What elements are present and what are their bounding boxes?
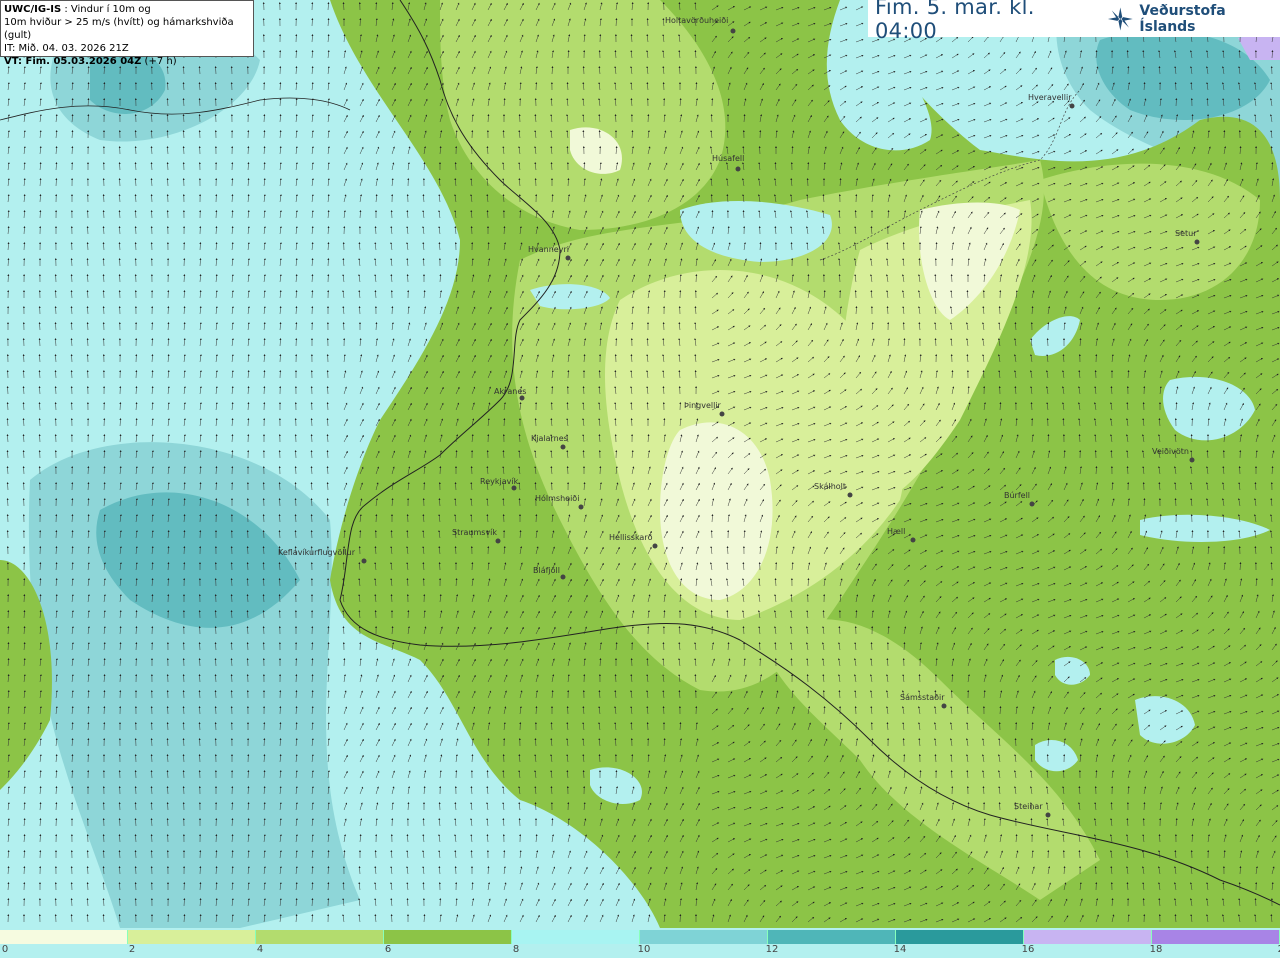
place-label: Reykjavík bbox=[480, 477, 519, 486]
place-label: Þingvellir bbox=[684, 401, 722, 410]
place-dot bbox=[511, 485, 517, 491]
time-box: Fim. 5. mar. kl. 04:00 Veðurstofa Ísland… bbox=[868, 0, 1280, 43]
legend-tick-label: 4 bbox=[256, 944, 264, 955]
place-dot bbox=[560, 574, 566, 580]
place-label: Hveravellir bbox=[1028, 93, 1072, 102]
place-dot bbox=[560, 444, 566, 450]
place-label: Hæll bbox=[887, 527, 905, 536]
wind-map: Holtavörðuheiði Hveravellir Húsafell Hvanne… bbox=[0, 0, 1280, 928]
wind-field-map: Holtavörðuheiði Hveravellir Húsafell Hvanne… bbox=[0, 0, 1280, 928]
legend-segment bbox=[896, 930, 1024, 944]
place-label: Skálholt bbox=[814, 482, 846, 491]
place-dot bbox=[361, 558, 367, 564]
place-dot bbox=[735, 166, 741, 172]
place-label: Veiðivötn bbox=[1152, 447, 1189, 456]
place-dot bbox=[941, 703, 947, 709]
legend-tick-label: 14 bbox=[893, 944, 907, 955]
legend-segment bbox=[1024, 930, 1152, 944]
place-label: Holtavörðuheiði bbox=[665, 16, 728, 25]
land-wind-zone bbox=[660, 422, 773, 600]
forecast-info-box: UWC/IG-IS : Vindur í 10m og 10m hviður >… bbox=[0, 0, 254, 67]
legend-tick-label: 8 bbox=[512, 944, 520, 955]
place-label: Hvanneyri bbox=[528, 245, 569, 254]
place-label: Steinar bbox=[1014, 802, 1043, 811]
place-dot bbox=[730, 28, 736, 34]
legend-segment bbox=[128, 930, 256, 944]
place-dot bbox=[578, 504, 584, 510]
place-label: Kjalarnes bbox=[531, 434, 568, 443]
legend-segment bbox=[1152, 930, 1280, 944]
place-dot bbox=[1194, 239, 1200, 245]
legend-segment bbox=[768, 930, 896, 944]
legend-tick-label: 12 bbox=[765, 944, 779, 955]
lead-time: (+7 h) bbox=[141, 56, 177, 67]
place-dot bbox=[495, 538, 501, 544]
wind-speed-legend: 02468101214161820 bbox=[0, 928, 1280, 958]
place-dot bbox=[1045, 812, 1051, 818]
legend-segment bbox=[256, 930, 384, 944]
place-dot bbox=[847, 492, 853, 498]
legend-segment bbox=[0, 930, 128, 944]
init-time: IT: Mið. 04. 03. 2026 21Z bbox=[4, 43, 129, 54]
place-label: Bláfjöll bbox=[533, 566, 560, 575]
logo-text: Veðurstofa Íslands bbox=[1139, 2, 1226, 35]
place-label: Hellisskarð bbox=[609, 533, 653, 542]
legend-segment bbox=[640, 930, 768, 944]
legend-color-bar bbox=[0, 930, 1280, 944]
place-dot bbox=[519, 395, 525, 401]
place-dot bbox=[565, 255, 571, 261]
legend-tick-label: 16 bbox=[1021, 944, 1035, 955]
description-line2: 10m hviður > 25 m/s (hvítt) og hámarkshv… bbox=[4, 17, 234, 41]
legend-tick-label: 0 bbox=[1, 944, 9, 955]
model-name: UWC/IG-IS bbox=[4, 4, 62, 15]
place-dot bbox=[1069, 103, 1075, 109]
legend-tick-label: 6 bbox=[384, 944, 392, 955]
legend-tick-label: 2 bbox=[128, 944, 136, 955]
place-dot bbox=[719, 411, 725, 417]
description-line1: : Vindur í 10m og bbox=[61, 4, 151, 15]
place-dot bbox=[1189, 457, 1195, 463]
legend-tick-label: 10 bbox=[637, 944, 651, 955]
place-label: Setur bbox=[1175, 229, 1197, 238]
place-label: Sámsstaðir bbox=[900, 693, 945, 702]
valid-time: VT: Fim. 05.03.2026 04Z bbox=[4, 56, 142, 67]
legend-segment bbox=[384, 930, 512, 944]
place-label: Búrfell bbox=[1004, 491, 1030, 500]
place-dot bbox=[910, 537, 916, 543]
place-dot bbox=[652, 543, 658, 549]
legend-tick-label: 18 bbox=[1149, 944, 1163, 955]
logo: Veðurstofa Íslands bbox=[1106, 3, 1280, 35]
place-label: Húsafell bbox=[712, 154, 744, 163]
place-label: Akranes bbox=[494, 387, 526, 396]
forecast-time-label: Fim. 5. mar. kl. 04:00 bbox=[875, 0, 1035, 43]
place-label: Hólmsheiði bbox=[535, 493, 579, 503]
place-dot bbox=[1029, 501, 1035, 507]
place-label: Straumsvík bbox=[452, 528, 497, 537]
legend-segment bbox=[512, 930, 640, 944]
place-label: Keflavíkurflugvöllur bbox=[278, 548, 356, 557]
vedurstofa-logo-icon bbox=[1107, 7, 1133, 30]
